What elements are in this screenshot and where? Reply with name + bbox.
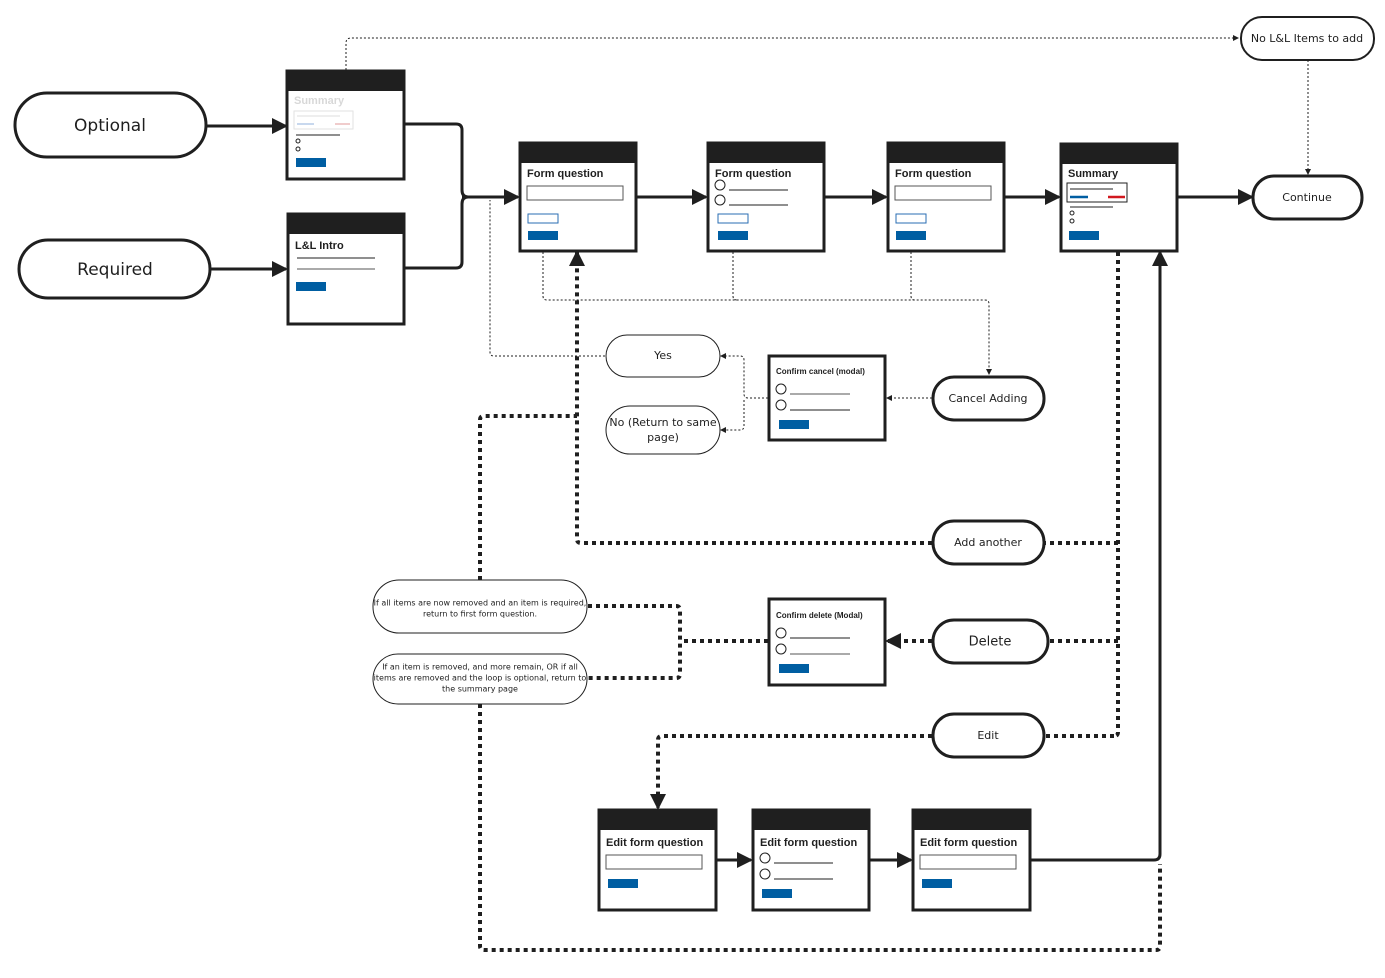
note-removed-return-summary: If an item is removed, and more remain, … [372,653,588,705]
screen-form-q1-primary-button[interactable] [528,231,558,240]
pill-no-return-label-2: page) [647,431,679,444]
screen-form-q2-radio-2[interactable] [714,194,726,206]
modal-confirm-delete-radio-1[interactable] [775,627,787,639]
screen-edit-q2-button[interactable] [762,889,792,898]
screen-edit-q2-title: Edit form question [760,837,857,849]
note-2-line-2: items are removed and the loop is option… [374,674,587,683]
pill-required-label: Required [77,260,153,280]
screen-edit-q3-title: Edit form question [920,837,1017,849]
pill-delete-label: Delete [969,635,1012,650]
screen-summary-card [1066,182,1128,203]
pill-optional[interactable]: Optional [13,91,208,159]
screen-edit-q3-button[interactable] [922,879,952,888]
pill-required[interactable]: Required [17,238,212,300]
note-1-line-2: return to first form question. [423,610,537,619]
note-all-removed-required: If all items are now removed and an item… [372,579,588,634]
pill-add-another-label: Add another [954,536,1022,549]
screen-edit-q2-radio-1[interactable] [759,852,771,864]
screen-edit-q2-radio-2[interactable] [759,868,771,880]
screen-form-q2-secondary-button[interactable] [717,213,749,224]
pill-edit-label: Edit [977,729,999,742]
screen-form-q3-title: Form question [895,168,972,180]
pill-cancel-adding[interactable]: Cancel Adding [931,375,1046,422]
screen-summary-ghost-title: Summary [294,95,345,107]
screen-form-q3[interactable]: Form question [886,141,1006,253]
screen-form-q1-title: Form question [527,168,604,180]
pill-continue[interactable]: Continue [1251,174,1364,221]
screen-edit-q1-button[interactable] [608,879,638,888]
pill-optional-label: Optional [74,116,146,136]
connector-modal-to-no [720,400,745,433]
connector-note-to-form-q1 [478,414,577,580]
pill-no-items[interactable]: No L&L Items to add [1240,16,1375,61]
modal-confirm-cancel-button[interactable] [779,420,809,429]
pill-delete[interactable]: Delete [931,618,1050,665]
screen-edit-q1-title: Edit form question [606,837,703,849]
modal-confirm-cancel[interactable]: Confirm cancel (modal) [767,354,887,442]
connector-summary-trunk [1113,252,1120,738]
note-1-line-1: If all items are now removed and an item… [374,599,587,608]
screen-summary-ghost[interactable]: Summary [285,69,406,181]
screen-form-q2-title: Form question [715,168,792,180]
connector-intro-to-form [404,195,469,270]
pill-no-return[interactable]: No (Return to same page) [605,405,721,455]
screen-intro[interactable]: L&L Intro [286,212,406,326]
pill-no-items-label: No L&L Items to add [1251,32,1363,45]
screen-summary-button[interactable] [1069,231,1099,240]
screen-edit-q3-input[interactable] [919,854,1017,870]
modal-confirm-cancel-radio-2[interactable] [775,399,787,411]
modal-confirm-cancel-title: Confirm cancel (modal) [776,367,865,376]
screen-form-q3-primary-button[interactable] [896,231,926,240]
connector-modal-to-yes [720,353,768,399]
screen-edit-q3[interactable]: Edit form question [911,808,1032,912]
connector-summary-ghost-to-form [404,122,469,199]
pill-continue-label: Continue [1282,191,1332,204]
screen-edit-q2[interactable]: Edit form question [751,808,871,912]
modal-confirm-delete[interactable]: Confirm delete (Modal) [767,597,887,687]
connector-notes-branch-up [588,604,682,680]
screen-intro-button[interactable] [296,282,326,291]
note-2-line-1: If an item is removed, and more remain, … [382,663,578,672]
connector-edit-to-edit-q1 [650,734,932,810]
modal-confirm-delete-radio-2[interactable] [775,643,787,655]
modal-confirm-cancel-radio-1[interactable] [775,383,787,395]
pill-add-another[interactable]: Add another [931,519,1046,566]
flow-diagram: Optional Required No L&L Items to add Co… [13,16,1375,952]
pill-no-return-label-1: No (Return to same [609,416,716,429]
screen-intro-title: L&L Intro [295,240,344,252]
screen-form-q2-radio-1[interactable] [714,179,726,191]
note-2-line-3: the summary page [442,685,518,694]
screen-edit-q1[interactable]: Edit form question [597,808,718,912]
screen-form-q1[interactable]: Form question [518,141,638,253]
pill-cancel-adding-label: Cancel Adding [948,392,1027,405]
modal-confirm-delete-title: Confirm delete (Modal) [776,611,863,620]
connector-edit-q3-to-summary [1030,250,1168,862]
screen-form-q1-secondary-button[interactable] [527,213,559,224]
pill-yes[interactable]: Yes [605,334,721,378]
screen-summary-title: Summary [1068,168,1119,180]
screen-summary[interactable]: Summary [1059,142,1179,253]
pill-yes-label: Yes [653,349,672,362]
pill-edit[interactable]: Edit [931,712,1046,759]
screen-form-q3-secondary-button[interactable] [895,213,927,224]
screen-form-q2[interactable]: Form question [706,141,826,253]
connector-ghost-to-no-items [345,35,1239,70]
screen-summary-ghost-button[interactable] [296,158,326,167]
screen-edit-q1-input[interactable] [605,854,703,870]
screen-form-q3-input[interactable] [894,185,992,201]
modal-confirm-delete-button[interactable] [779,664,809,673]
screen-form-q1-input[interactable] [526,185,624,201]
screen-form-q2-primary-button[interactable] [718,231,748,240]
